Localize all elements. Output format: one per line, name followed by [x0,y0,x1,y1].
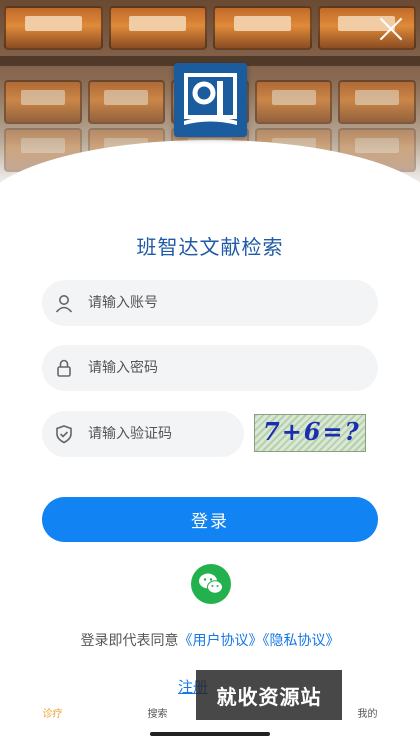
app-logo [174,63,247,137]
login-button[interactable]: 登录 [42,497,378,542]
captcha-field[interactable] [42,411,262,457]
shield-icon [54,424,74,444]
privacy-policy-link[interactable]: 《隐私协议》 [263,633,340,649]
lock-icon [54,358,74,378]
user-agreement-link[interactable]: 《用户协议》 [179,633,263,649]
password-field[interactable] [42,345,378,391]
app-title: 班智达文献检索 [136,235,284,259]
tab-search[interactable]: 搜索 [105,700,210,724]
password-input[interactable] [88,360,328,376]
tab-diagnosis[interactable]: 诊疗 [0,700,105,724]
user-icon [54,293,74,313]
close-icon[interactable] [376,14,406,44]
wechat-icon [199,573,223,594]
home-indicator [150,732,270,736]
account-field[interactable] [42,280,378,326]
account-input[interactable] [88,295,328,311]
captcha-input[interactable] [88,426,262,442]
watermark: 就收资源站 [196,670,342,720]
wechat-login-button[interactable] [191,564,231,604]
agreement-text: 登录即代表同意《用户协议》《隐私协议》 [0,630,420,650]
captcha-text: 7+6=? [263,417,361,446]
captcha-image[interactable]: 7+6=? [254,414,366,452]
agreement-prefix: 登录即代表同意 [80,633,179,649]
bookshelf-row [0,6,420,50]
